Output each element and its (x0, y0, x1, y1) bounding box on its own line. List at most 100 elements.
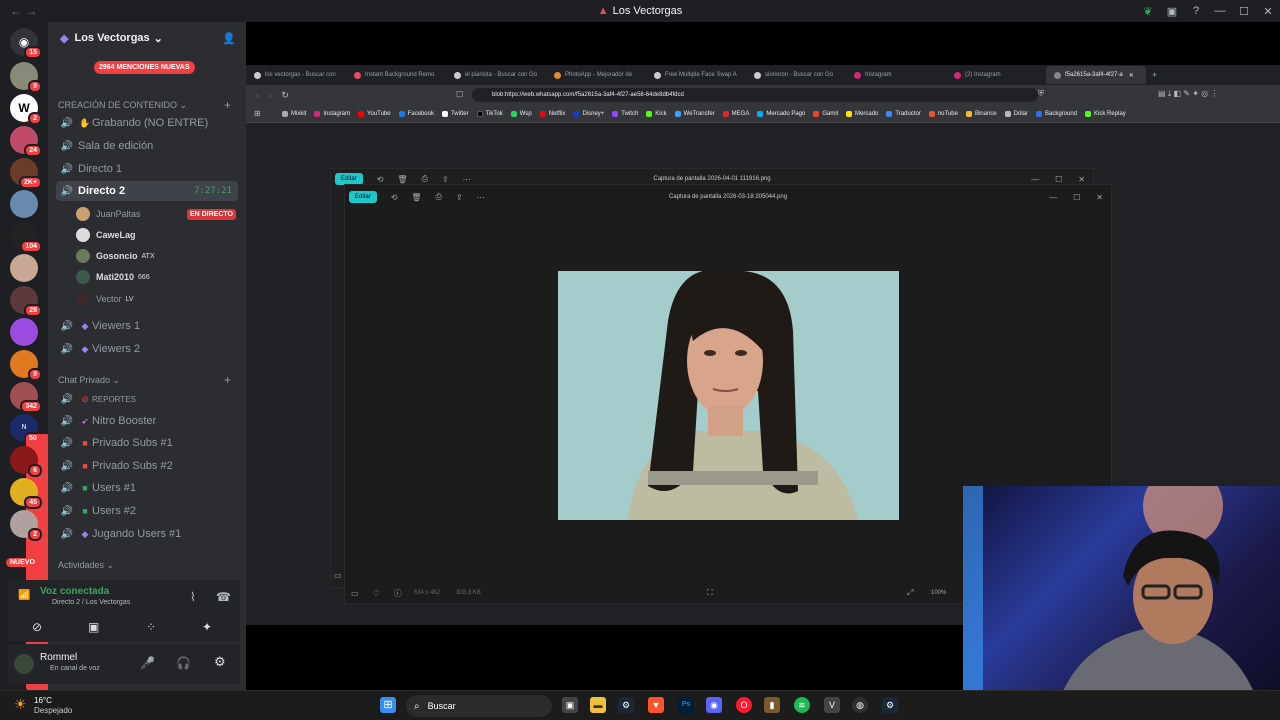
server-icon[interactable]: 9 (10, 350, 42, 381)
steam-alt-icon[interactable]: ⚙ (882, 697, 898, 713)
photoshop-icon[interactable]: Ps (678, 697, 694, 713)
browser-tab[interactable]: PhotoApp - Mejorador de (546, 66, 646, 84)
url-input[interactable]: blob:https://web.whatsapp.com/f5a2615a-3… (472, 88, 1038, 102)
avatar[interactable] (14, 654, 34, 674)
microphone-icon[interactable]: 🎤 (140, 656, 155, 670)
fit-icon[interactable]: ⛶ (707, 588, 713, 598)
filmstrip-icon[interactable]: ▭ (351, 589, 359, 598)
voice-user[interactable]: Mati2010 666 (76, 267, 238, 287)
close-icon[interactable]: ✕ (1256, 5, 1280, 18)
help-icon[interactable]: ? (1184, 5, 1208, 17)
browser-tab[interactable]: los vectorgas - Buscar con (246, 66, 346, 84)
valorant-icon[interactable]: V (824, 697, 840, 713)
server-icon[interactable]: W2 (10, 94, 42, 125)
weather-temp[interactable]: 16°C (34, 696, 52, 705)
obs-icon[interactable]: ◍ (852, 697, 868, 713)
voice-channel[interactable]: 🔊 ➶ Nitro Booster (56, 411, 238, 431)
voice-channel[interactable]: 🔊 ■ Privado Subs #1 (56, 433, 238, 453)
bookmark-item[interactable]: Background (1036, 110, 1077, 117)
new-tab-icon[interactable]: + (1152, 70, 1157, 80)
browser-tab[interactable]: Instagram (846, 66, 946, 84)
new-mentions-pill[interactable]: 2964 MENCIONES NUEVAS (94, 61, 195, 74)
leaf-icon[interactable]: ❦ (1136, 5, 1160, 18)
server-icon[interactable]: 2 (10, 510, 42, 541)
taskbar-search[interactable]: ⌕ Buscar (406, 695, 552, 717)
category-creacion[interactable]: CREACIÓN DE CONTENIDO ⌄ + (58, 98, 231, 112)
share-icon[interactable]: ⇪ (456, 193, 463, 202)
activities-icon[interactable]: ⁘ (146, 620, 156, 634)
headphones-icon[interactable]: 🎧 (176, 656, 191, 670)
voice-channel[interactable]: 🔊 ◆ Viewers 2 (56, 339, 238, 359)
voice-channel[interactable]: 🔊 ■ Users #1 (56, 478, 238, 498)
tab-close-icon[interactable]: ✕ (1129, 72, 1134, 79)
server-icon[interactable]: 9 (10, 62, 42, 93)
voice-channel[interactable]: 🔊 ◆ Jugando Users #1 (56, 524, 238, 544)
server-icon[interactable]: 2K+ (10, 158, 42, 189)
noise-suppression-icon[interactable]: ⌇ (190, 590, 196, 604)
extensions-icon[interactable]: ▤ ⤓ ◧ ✎ ✦ ◎ ⋮ (1158, 89, 1218, 99)
browser-tab-active[interactable]: f5a2615a-3af4-4f27-a ✕ (1046, 66, 1146, 84)
server-header[interactable]: ◆ Los Vectorgas ⌄ 👤 (48, 22, 246, 54)
minimize-icon[interactable]: — (1031, 175, 1039, 184)
minimize-icon[interactable]: — (1208, 5, 1232, 17)
server-icon[interactable]: 342 (10, 382, 42, 413)
bookmark-item[interactable]: Netflix (539, 110, 565, 117)
shield-icon[interactable]: ⛨ (1038, 89, 1044, 99)
file-explorer-icon[interactable]: ▬ (590, 697, 606, 713)
reload-icon[interactable]: ↻ (281, 90, 289, 101)
voice-channel[interactable]: 🔊 ◆ Viewers 1 (56, 316, 238, 336)
forward-icon[interactable]: › (269, 91, 272, 100)
server-icon[interactable] (10, 254, 38, 282)
apps-icon[interactable]: ⊞ (254, 109, 261, 118)
windows-start-icon[interactable]: ⊞ (380, 697, 396, 713)
browser-tab[interactable]: Instant Background Remo (346, 66, 446, 84)
weather-icon[interactable]: ☀ (14, 696, 27, 713)
bookmark-item[interactable]: Wsp (510, 110, 532, 117)
bookmark-item[interactable]: Binance (965, 110, 997, 117)
voice-channel[interactable]: 🔊 Sala de edición (56, 136, 238, 156)
opera-icon[interactable]: O (736, 697, 752, 713)
more-icon[interactable]: ⋯ (463, 175, 471, 184)
bookmark-item[interactable]: YouTube (358, 110, 391, 117)
voice-channel[interactable]: 🔊 ■ Privado Subs #2 (56, 456, 238, 476)
bookmark-item[interactable]: Twitch (612, 110, 638, 117)
bookmark-item[interactable]: TikTok (476, 110, 503, 117)
inbox-icon[interactable]: ▣ (1160, 5, 1184, 18)
app-icon[interactable]: ▮ (764, 697, 780, 713)
bookmark-item[interactable]: Disney+ (573, 110, 604, 117)
voice-channel[interactable]: 🔊 ■ Users #2 (56, 501, 238, 521)
browser-tab[interactable]: Free Multiple Face Swap A (646, 66, 746, 84)
server-icon[interactable]: 6 (10, 446, 42, 477)
camera-off-icon[interactable]: ⊘ (32, 620, 42, 634)
server-icon[interactable]: 28 (10, 286, 42, 317)
category-actividades[interactable]: Actividades ⌄ (58, 560, 114, 571)
maximize-icon[interactable]: ☐ (1055, 175, 1062, 184)
bookmark-item[interactable]: noTube (928, 110, 958, 117)
gear-icon[interactable]: ⚙ (214, 654, 226, 670)
fullscreen-icon[interactable]: ⤢ (907, 588, 913, 598)
bookmark-item[interactable]: WeTransfer (674, 110, 715, 117)
voice-user[interactable]: JuanPaltas EN DIRECTO (76, 204, 238, 224)
bookmark-item[interactable]: Facebook (398, 110, 434, 117)
rotate-icon[interactable]: ⟲ (377, 175, 384, 184)
minimize-icon[interactable]: — (1049, 193, 1057, 202)
bookmark-icon[interactable]: ☐ (456, 90, 463, 99)
server-icon[interactable]: 45 (10, 478, 42, 509)
discord-home-icon[interactable]: ◉ 15 (10, 28, 42, 59)
voice-channel-path[interactable]: Directo 2 / Los Vectorgas (52, 599, 130, 606)
browser-tab[interactable]: el pianista - Buscar con Go (446, 66, 546, 84)
voice-user[interactable]: CaweLag (76, 225, 238, 245)
soundboard-icon[interactable]: ✦ (202, 620, 212, 634)
steam-icon[interactable]: ⚙ (618, 697, 634, 713)
browser-tab[interactable]: (2) Instagram (946, 66, 1046, 84)
task-view-icon[interactable]: ▣ (562, 697, 578, 713)
server-icon[interactable]: 104 (10, 222, 42, 253)
disconnect-icon[interactable]: ☎ (216, 590, 231, 604)
server-icon[interactable]: 24 (10, 126, 42, 157)
close-icon[interactable]: ✕ (1078, 175, 1085, 184)
bookmark-item[interactable]: Mercado Pago (757, 110, 805, 117)
delete-icon[interactable]: 🗑 (397, 175, 407, 184)
discord-icon[interactable]: ◉ (706, 697, 722, 713)
rotate-icon[interactable]: ⟲ (391, 193, 398, 202)
delete-icon[interactable]: 🗑 (411, 193, 421, 202)
